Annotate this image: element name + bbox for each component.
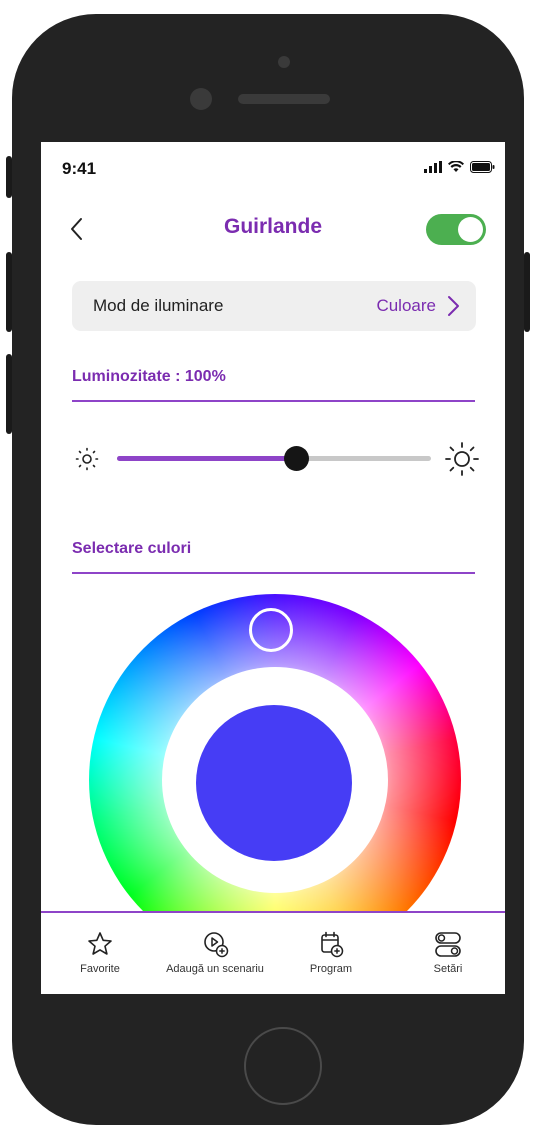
star-icon — [88, 932, 112, 955]
earpiece-speaker — [238, 94, 330, 104]
color-wheel-selector[interactable] — [249, 608, 293, 652]
nav-item-program[interactable]: Program — [303, 927, 359, 975]
home-button[interactable] — [244, 1027, 322, 1105]
mute-switch — [6, 156, 12, 198]
proximity-sensor — [278, 56, 290, 68]
lighting-mode-row[interactable]: Mod de iluminare Culoare — [72, 281, 476, 331]
nav-label-program: Program — [309, 963, 353, 975]
slider-thumb[interactable] — [283, 446, 309, 471]
volume-up-button — [6, 252, 12, 332]
app-screen: 9:41 Guirlande Mod de iluminare Culoare — [41, 142, 505, 994]
nav-item-add-scenario[interactable]: Adaugă un scenariu — [155, 927, 275, 975]
chevron-right-icon — [448, 296, 459, 316]
status-time: 9:41 — [62, 159, 97, 178]
front-camera — [190, 88, 212, 110]
lighting-mode-value: Culoare — [376, 296, 436, 315]
battery-icon — [470, 161, 495, 173]
nav-label-favorite: Favorite — [80, 963, 120, 975]
nav-item-favorite[interactable]: Favorite — [72, 927, 128, 975]
power-toggle[interactable] — [426, 214, 486, 245]
calendar-add-icon — [321, 931, 344, 958]
bottom-nav: Favorite Adaugă un scenariu Program Setă… — [41, 911, 505, 994]
signal-icon — [424, 161, 442, 173]
add-scenario-icon — [204, 932, 229, 958]
wifi-icon — [448, 161, 464, 172]
sun-small-icon — [75, 447, 99, 471]
brightness-title: Luminozitate : 100% — [72, 368, 226, 385]
power-button — [524, 252, 530, 332]
status-icons — [424, 161, 495, 173]
brightness-slider[interactable] — [117, 446, 431, 471]
slider-fill — [117, 456, 296, 461]
selected-color-preview — [196, 705, 352, 861]
color-selection-divider — [72, 572, 475, 574]
nav-label-add-scenario: Adaugă un scenariu — [166, 963, 264, 975]
nav-item-settings[interactable]: Setări — [420, 927, 476, 975]
nav-label-settings: Setări — [433, 963, 463, 975]
lighting-mode-label: Mod de iluminare — [93, 296, 224, 315]
toggle-knob — [458, 217, 483, 242]
volume-down-button — [6, 354, 12, 434]
sun-large-icon — [445, 442, 479, 476]
color-selection-title: Selectare culori — [72, 540, 192, 557]
brightness-divider — [72, 400, 475, 402]
settings-toggles-icon — [435, 932, 461, 957]
